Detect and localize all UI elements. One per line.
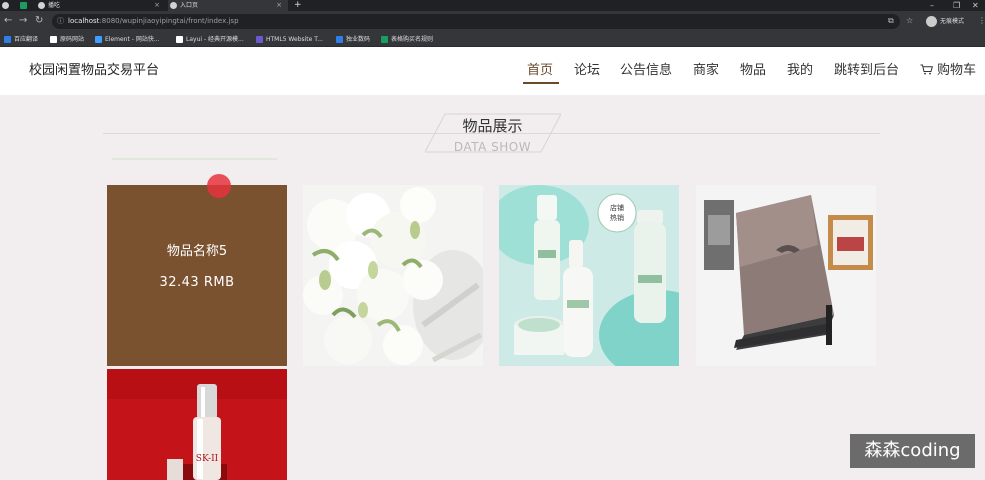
tab-favicon-icon bbox=[38, 2, 45, 9]
reload-icon[interactable]: ↻ bbox=[35, 15, 43, 27]
bookmark-item[interactable]: Layui - 经典开源模... bbox=[176, 32, 244, 47]
close-tab-icon[interactable]: × bbox=[154, 0, 160, 11]
video-watermark: 森森coding bbox=[850, 434, 975, 468]
bookmark-favicon-icon bbox=[256, 36, 263, 43]
product-card[interactable]: 店铺 热销 bbox=[499, 185, 679, 366]
site-header: 校园闲置物品交易平台 首页 论坛 公告信息 商家 物品 我的 跳转到后台 购物车 bbox=[0, 47, 985, 95]
bookmark-label: Element - 网站快... bbox=[105, 36, 160, 43]
section-accent-line bbox=[112, 158, 277, 160]
bookmark-label: 独业数码 bbox=[346, 36, 371, 43]
cart-icon bbox=[920, 64, 933, 75]
nav-home[interactable]: 首页 bbox=[527, 63, 553, 79]
nav-active-underline bbox=[523, 82, 559, 84]
minimize-icon[interactable]: – bbox=[930, 0, 934, 11]
browser-tab-1[interactable] bbox=[0, 0, 16, 11]
site-logo[interactable]: 校园闲置物品交易平台 bbox=[29, 59, 159, 78]
product-section: 物品展示 DATA SHOW 物品名称5 32.43 RMB 店铺 热销 SK-… bbox=[0, 95, 985, 480]
section-subtitle: DATA SHOW bbox=[453, 140, 532, 154]
bookmark-label: HTML5 Website T... bbox=[266, 36, 323, 43]
nav-merchants[interactable]: 商家 bbox=[693, 63, 719, 79]
cursor-highlight bbox=[207, 174, 231, 198]
bookmark-star-icon[interactable]: ☆ bbox=[906, 16, 913, 25]
address-bar[interactable]: ⓘ localhost:8080/wupinjiaoyipingtai/fron… bbox=[52, 14, 900, 29]
product-card[interactable]: 物品名称5 32.43 RMB bbox=[107, 185, 287, 366]
nav-announcements[interactable]: 公告信息 bbox=[620, 63, 672, 79]
browser-tab-strip: 播吃 × 入口页 × + – ❐ ✕ bbox=[0, 0, 985, 11]
url-host: localhost bbox=[68, 17, 100, 25]
bookmark-label: Layui - 经典开源模... bbox=[186, 36, 244, 43]
browser-tab-title: 播吃 bbox=[48, 2, 61, 9]
restore-icon[interactable]: ❐ bbox=[953, 0, 960, 11]
product-card[interactable] bbox=[303, 185, 483, 366]
product-image-cosmetics: 店铺 热销 bbox=[499, 185, 679, 366]
nav-cart[interactable]: 购物车 bbox=[920, 63, 976, 79]
incognito-label: 无痕模式 bbox=[940, 18, 965, 25]
back-icon[interactable]: ← bbox=[4, 15, 12, 27]
product-name: 物品名称5 bbox=[166, 244, 228, 259]
browser-toolbar: ← → ↻ ⓘ localhost:8080/wupinjiaoyipingta… bbox=[0, 11, 985, 32]
forward-icon[interactable]: → bbox=[19, 15, 27, 27]
new-tab-button[interactable]: + bbox=[292, 0, 306, 11]
product-card[interactable]: SK-II bbox=[107, 369, 287, 480]
bookmark-item[interactable]: Element - 网站快... bbox=[95, 32, 160, 47]
bookmark-favicon-icon bbox=[95, 36, 102, 43]
bookmark-item[interactable]: HTML5 Website T... bbox=[256, 32, 323, 47]
badge-line-2: 热销 bbox=[610, 213, 624, 222]
bookmark-item[interactable]: 原码网站 bbox=[50, 32, 84, 47]
close-window-icon[interactable]: ✕ bbox=[972, 0, 979, 11]
nav-forum[interactable]: 论坛 bbox=[574, 63, 600, 79]
globe-icon bbox=[2, 2, 9, 9]
incognito-indicator[interactable]: 无痕模式 bbox=[926, 15, 964, 28]
badge-line-1: 店铺 bbox=[610, 203, 624, 212]
nav-mine[interactable]: 我的 bbox=[787, 63, 813, 79]
menu-icon[interactable]: ⋮ bbox=[978, 16, 985, 25]
bookmark-favicon-icon bbox=[381, 36, 388, 43]
product-image-flowers bbox=[303, 185, 483, 366]
browser-tab-2[interactable] bbox=[18, 0, 34, 11]
bookmark-favicon-icon bbox=[50, 36, 57, 43]
bookmark-item[interactable]: 独业数码 bbox=[336, 32, 370, 47]
url-path: :8080/wupinjiaoyipingtai/front/index.jsp bbox=[99, 17, 239, 25]
sheet-icon bbox=[20, 2, 27, 9]
bookmark-label: 百应翻译 bbox=[14, 36, 39, 43]
product-card[interactable] bbox=[696, 185, 876, 366]
product-image-skii: SK-II bbox=[107, 369, 287, 480]
nav-items[interactable]: 物品 bbox=[740, 63, 766, 79]
bookmark-item[interactable]: 百应翻译 bbox=[4, 32, 38, 47]
nav-cart-label: 购物车 bbox=[937, 63, 977, 78]
bookmark-label: 原码网站 bbox=[60, 36, 85, 43]
nav-admin[interactable]: 跳转到后台 bbox=[834, 63, 899, 79]
browser-tab-title: 入口页 bbox=[180, 2, 199, 9]
skii-brand: SK-II bbox=[196, 454, 219, 464]
product-price: 32.43 RMB bbox=[159, 275, 235, 290]
tab-favicon-icon bbox=[170, 2, 177, 9]
bookmarks-bar: 百应翻译 原码网站 Element - 网站快... Layui - 经典开源模… bbox=[0, 32, 985, 47]
bookmark-favicon-icon bbox=[176, 36, 183, 43]
section-title: 物品展示 bbox=[462, 117, 523, 135]
browser-tab-3[interactable]: 播吃 × bbox=[36, 0, 166, 11]
site-info-icon[interactable]: ⓘ bbox=[57, 14, 64, 29]
bookmark-favicon-icon bbox=[336, 36, 343, 43]
browser-tab-active[interactable]: 入口页 × bbox=[168, 0, 288, 11]
incognito-icon bbox=[926, 16, 937, 27]
close-tab-icon[interactable]: × bbox=[276, 0, 282, 11]
translate-icon[interactable]: ⧉ bbox=[888, 16, 894, 26]
bookmark-favicon-icon bbox=[4, 36, 11, 43]
bookmark-item[interactable]: 表格购买名规则 bbox=[381, 32, 433, 47]
bookmark-label: 表格购买名规则 bbox=[391, 36, 434, 43]
product-image-laptop bbox=[696, 185, 876, 366]
